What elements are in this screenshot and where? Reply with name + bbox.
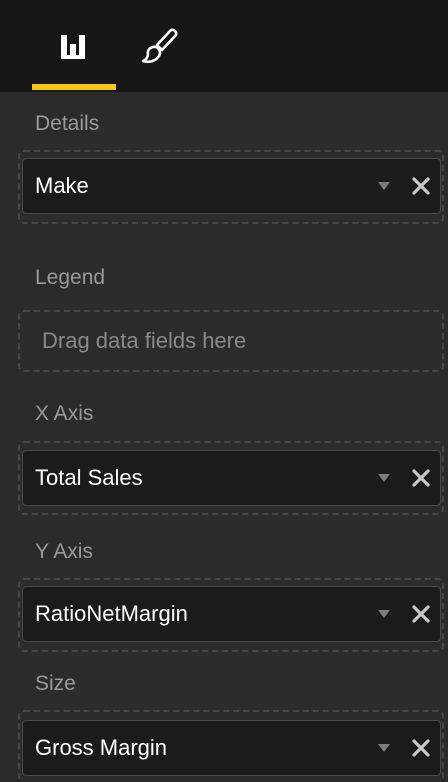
close-icon[interactable] — [412, 177, 430, 195]
field-label: Total Sales — [35, 465, 143, 490]
field-label: Make — [35, 173, 89, 198]
y-axis-field-ratio-net-margin[interactable]: RatioNetMargin — [22, 586, 441, 642]
x-axis-label: X Axis — [35, 402, 94, 425]
chevron-down-icon[interactable] — [378, 744, 390, 752]
details-field-make[interactable]: Make — [22, 158, 441, 214]
size-field-gross-margin[interactable]: Gross Margin — [22, 720, 441, 776]
legend-placeholder: Drag data fields here — [42, 328, 247, 353]
y-axis-label: Y Axis — [35, 540, 93, 563]
chevron-down-icon[interactable] — [378, 610, 390, 618]
field-label: RatioNetMargin — [35, 601, 188, 626]
close-icon[interactable] — [412, 739, 430, 757]
active-tab-indicator — [32, 84, 116, 90]
size-label: Size — [35, 672, 76, 695]
visualizations-pane: Details Make Legend Drag data fields her… — [0, 0, 448, 782]
close-icon[interactable] — [412, 469, 430, 487]
legend-label: Legend — [35, 266, 106, 289]
tab-fields[interactable] — [32, 0, 116, 92]
field-label: Gross Margin — [35, 735, 168, 760]
paintbrush-icon — [141, 28, 178, 64]
close-icon[interactable] — [412, 605, 430, 623]
details-label: Details — [35, 112, 100, 135]
x-axis-field-total-sales[interactable]: Total Sales — [22, 450, 441, 506]
pane-tab-bar — [0, 0, 448, 92]
chevron-down-icon[interactable] — [378, 182, 390, 190]
chevron-down-icon[interactable] — [378, 474, 390, 482]
bar-chart-icon — [61, 35, 85, 59]
tab-format[interactable] — [118, 0, 202, 92]
